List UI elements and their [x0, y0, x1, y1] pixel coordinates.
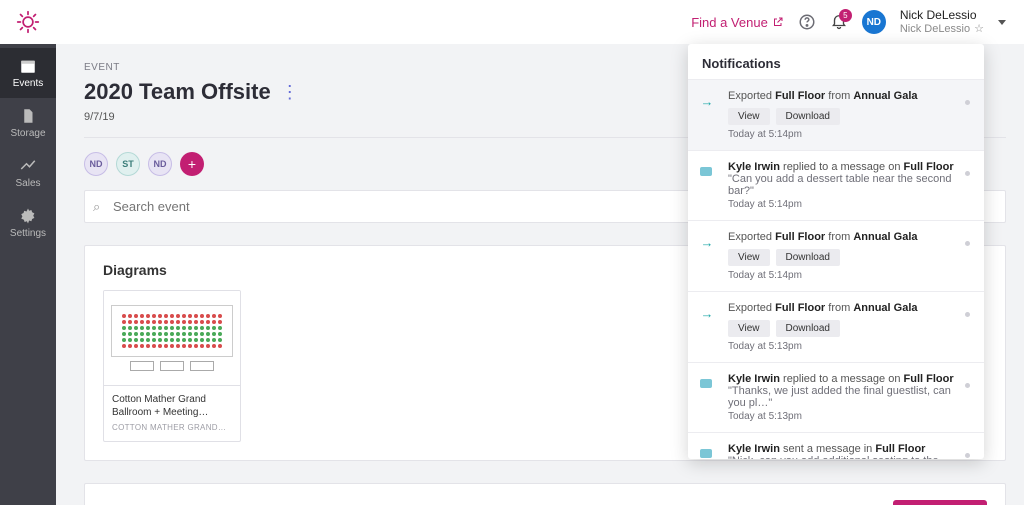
collaborator-avatar[interactable]: ST: [116, 152, 140, 176]
notification-time: Today at 5:14pm: [728, 129, 966, 140]
user-subname: Nick DeLessio: [900, 23, 970, 35]
status-dot: [965, 383, 970, 388]
view-button[interactable]: View: [728, 249, 770, 266]
notification-time: Today at 5:14pm: [728, 199, 966, 210]
notification-item[interactable]: → Exported Full Floor from Annual Gala Vie…: [688, 220, 984, 291]
notification-text: Kyle Irwin sent a message in Full Floor: [728, 443, 966, 455]
bell-badge: 5: [839, 9, 852, 22]
calendar-icon: [19, 57, 37, 75]
gear-icon: [19, 207, 37, 225]
download-button[interactable]: Download: [776, 320, 840, 337]
notification-text: Exported Full Floor from Annual Gala: [728, 231, 966, 243]
status-dot: [965, 100, 970, 105]
diagram-thumbnail: [104, 291, 240, 386]
notifications-heading: Notifications: [688, 44, 984, 79]
notification-text: Exported Full Floor from Annual Gala: [728, 302, 966, 314]
collaborator-avatar[interactable]: ND: [148, 152, 172, 176]
collaborator-avatar[interactable]: ND: [84, 152, 108, 176]
app-logo[interactable]: [0, 0, 56, 44]
message-icon: [700, 167, 712, 176]
notifications-list[interactable]: → Exported Full Floor from Annual Gala Vie…: [688, 79, 984, 459]
notification-item[interactable]: Kyle Irwin replied to a message on Full …: [688, 150, 984, 220]
user-avatar[interactable]: ND: [862, 10, 886, 34]
notification-text: Exported Full Floor from Annual Gala: [728, 90, 966, 102]
notification-item[interactable]: Kyle Irwin sent a message in Full Floor"…: [688, 432, 984, 459]
notification-item[interactable]: Kyle Irwin replied to a message on Full …: [688, 362, 984, 432]
find-venue-link[interactable]: Find a Venue: [691, 15, 784, 30]
notification-time: Today at 5:13pm: [728, 341, 966, 352]
user-menu[interactable]: Nick DeLessio Nick DeLessio ☆: [900, 9, 984, 34]
notification-item[interactable]: → Exported Full Floor from Annual Gala Vie…: [688, 79, 984, 150]
sidebar-item-sales[interactable]: Sales: [0, 148, 56, 198]
topbar: Find a Venue 5 ND Nick DeLessio Nick DeL…: [56, 0, 1024, 44]
notification-time: Today at 5:13pm: [728, 411, 966, 422]
message-icon: [700, 449, 712, 458]
diagram-item[interactable]: Cotton Mather Grand Ballroom + Meeting… …: [103, 290, 241, 442]
star-icon: ☆: [974, 23, 984, 35]
view-button[interactable]: View: [728, 108, 770, 125]
sidebar-item-storage[interactable]: Storage: [0, 98, 56, 148]
status-dot: [965, 241, 970, 246]
notification-item[interactable]: → Exported Full Floor from Annual Gala Vie…: [688, 291, 984, 362]
add-collaborator-button[interactable]: +: [180, 152, 204, 176]
event-title: 2020 Team Offsite: [84, 79, 271, 105]
chart-icon: [19, 157, 37, 175]
sidebar-item-label: Storage: [10, 128, 45, 139]
export-icon: →: [700, 306, 714, 320]
notification-time: Today at 5:14pm: [728, 270, 966, 281]
export-icon: →: [700, 235, 714, 249]
message-icon: [700, 379, 712, 388]
attendee-card: Attendee Lists Create List: [84, 483, 1006, 505]
notification-quote: "Can you add a dessert table near the se…: [728, 173, 966, 197]
notification-quote: "Thanks, we just added the final guestli…: [728, 385, 966, 409]
document-icon: [19, 107, 37, 125]
diagram-title: Cotton Mather Grand Ballroom + Meeting…: [112, 394, 232, 419]
sidebar-item-label: Events: [13, 78, 44, 89]
user-name: Nick DeLessio: [900, 9, 984, 22]
notifications-button[interactable]: 5: [830, 12, 848, 33]
download-button[interactable]: Download: [776, 108, 840, 125]
status-dot: [965, 453, 970, 458]
event-menu-button[interactable]: ⋮: [281, 85, 299, 99]
sidebar-nav: Events Storage Sales Settings: [0, 0, 56, 505]
status-dot: [965, 312, 970, 317]
sidebar-item-label: Settings: [10, 228, 46, 239]
chevron-down-icon[interactable]: [998, 20, 1006, 25]
external-link-icon: [772, 16, 784, 28]
sidebar-item-label: Sales: [15, 178, 40, 189]
sidebar-item-events[interactable]: Events: [0, 48, 56, 98]
diagram-vendor: COTTON MATHER GRAND…: [112, 423, 232, 433]
notification-text: Kyle Irwin replied to a message on Full …: [728, 161, 966, 173]
find-venue-label: Find a Venue: [691, 15, 768, 30]
status-dot: [965, 171, 970, 176]
view-button[interactable]: View: [728, 320, 770, 337]
export-icon: →: [700, 94, 714, 108]
notification-quote: "Nick, can you add additional seating to…: [728, 455, 966, 459]
download-button[interactable]: Download: [776, 249, 840, 266]
notifications-panel: Notifications → Exported Full Floor from …: [688, 44, 984, 459]
help-icon[interactable]: [798, 13, 816, 31]
create-list-button[interactable]: Create List: [893, 500, 987, 505]
sun-icon: [15, 9, 41, 35]
notification-text: Kyle Irwin replied to a message on Full …: [728, 373, 966, 385]
search-icon: ⌕: [93, 199, 100, 215]
sidebar-item-settings[interactable]: Settings: [0, 198, 56, 248]
